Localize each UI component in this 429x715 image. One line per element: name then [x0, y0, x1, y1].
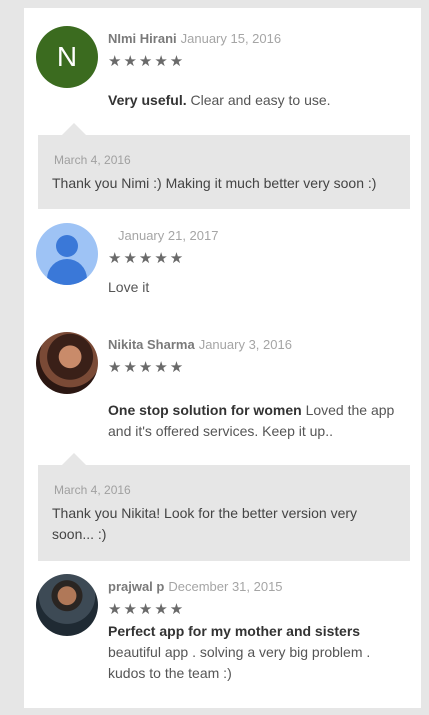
- review-author[interactable]: NImi Hirani: [108, 31, 177, 46]
- review-body: Clear and easy to use.: [190, 92, 331, 108]
- star-rating: ★★★★★: [108, 359, 186, 376]
- reply-date: March 4, 2016: [54, 153, 131, 167]
- avatar: [36, 332, 98, 394]
- reply-text: Thank you Nikita! Look for the better ve…: [52, 505, 358, 542]
- review-author[interactable]: Nikita Sharma: [108, 337, 195, 352]
- review-text: Love it: [108, 277, 408, 298]
- star-rating: ★★★★★: [108, 53, 186, 70]
- avatar: [36, 574, 98, 636]
- review-body: Love it: [108, 279, 150, 295]
- review-date: January 15, 2016: [180, 31, 282, 46]
- reply-date: March 4, 2016: [54, 483, 131, 497]
- review-title: One stop solution for women: [108, 402, 302, 418]
- avatar: N: [36, 26, 98, 88]
- review-author[interactable]: prajwal p: [108, 579, 164, 594]
- reply-text: Thank you Nimi :) Making it much better …: [52, 175, 377, 191]
- review-title: Perfect app for my mother and sisters: [108, 623, 361, 639]
- review-header: NImi Hirani January 15, 2016: [108, 30, 281, 48]
- star-rating: ★★★★★: [108, 250, 186, 267]
- review-header: January 21, 2017: [114, 227, 218, 245]
- review-text: Perfect app for my mother and sisters be…: [108, 621, 408, 684]
- review-date: December 31, 2015: [168, 579, 283, 594]
- developer-reply: March 4, 2016 Thank you Nikita! Look for…: [38, 453, 410, 561]
- review-header: Nikita Sharma January 3, 2016: [108, 336, 292, 354]
- review-text: One stop solution for women Loved the ap…: [108, 400, 408, 442]
- reviews-panel: N NImi Hirani January 15, 2016 ★★★★★ Very…: [24, 8, 421, 708]
- review-header: prajwal p December 31, 2015: [108, 578, 283, 596]
- developer-reply: March 4, 2016 Thank you Nimi :) Making i…: [38, 123, 410, 209]
- review-date: January 3, 2016: [198, 337, 292, 352]
- review-title: Very useful.: [108, 92, 187, 108]
- avatar: [36, 223, 98, 285]
- review-body: beautiful app . solving a very big probl…: [108, 644, 371, 681]
- person-icon: [56, 235, 78, 257]
- review-date: January 21, 2017: [118, 228, 219, 243]
- review-text: Very useful. Clear and easy to use.: [108, 90, 408, 111]
- star-rating: ★★★★★: [108, 601, 186, 618]
